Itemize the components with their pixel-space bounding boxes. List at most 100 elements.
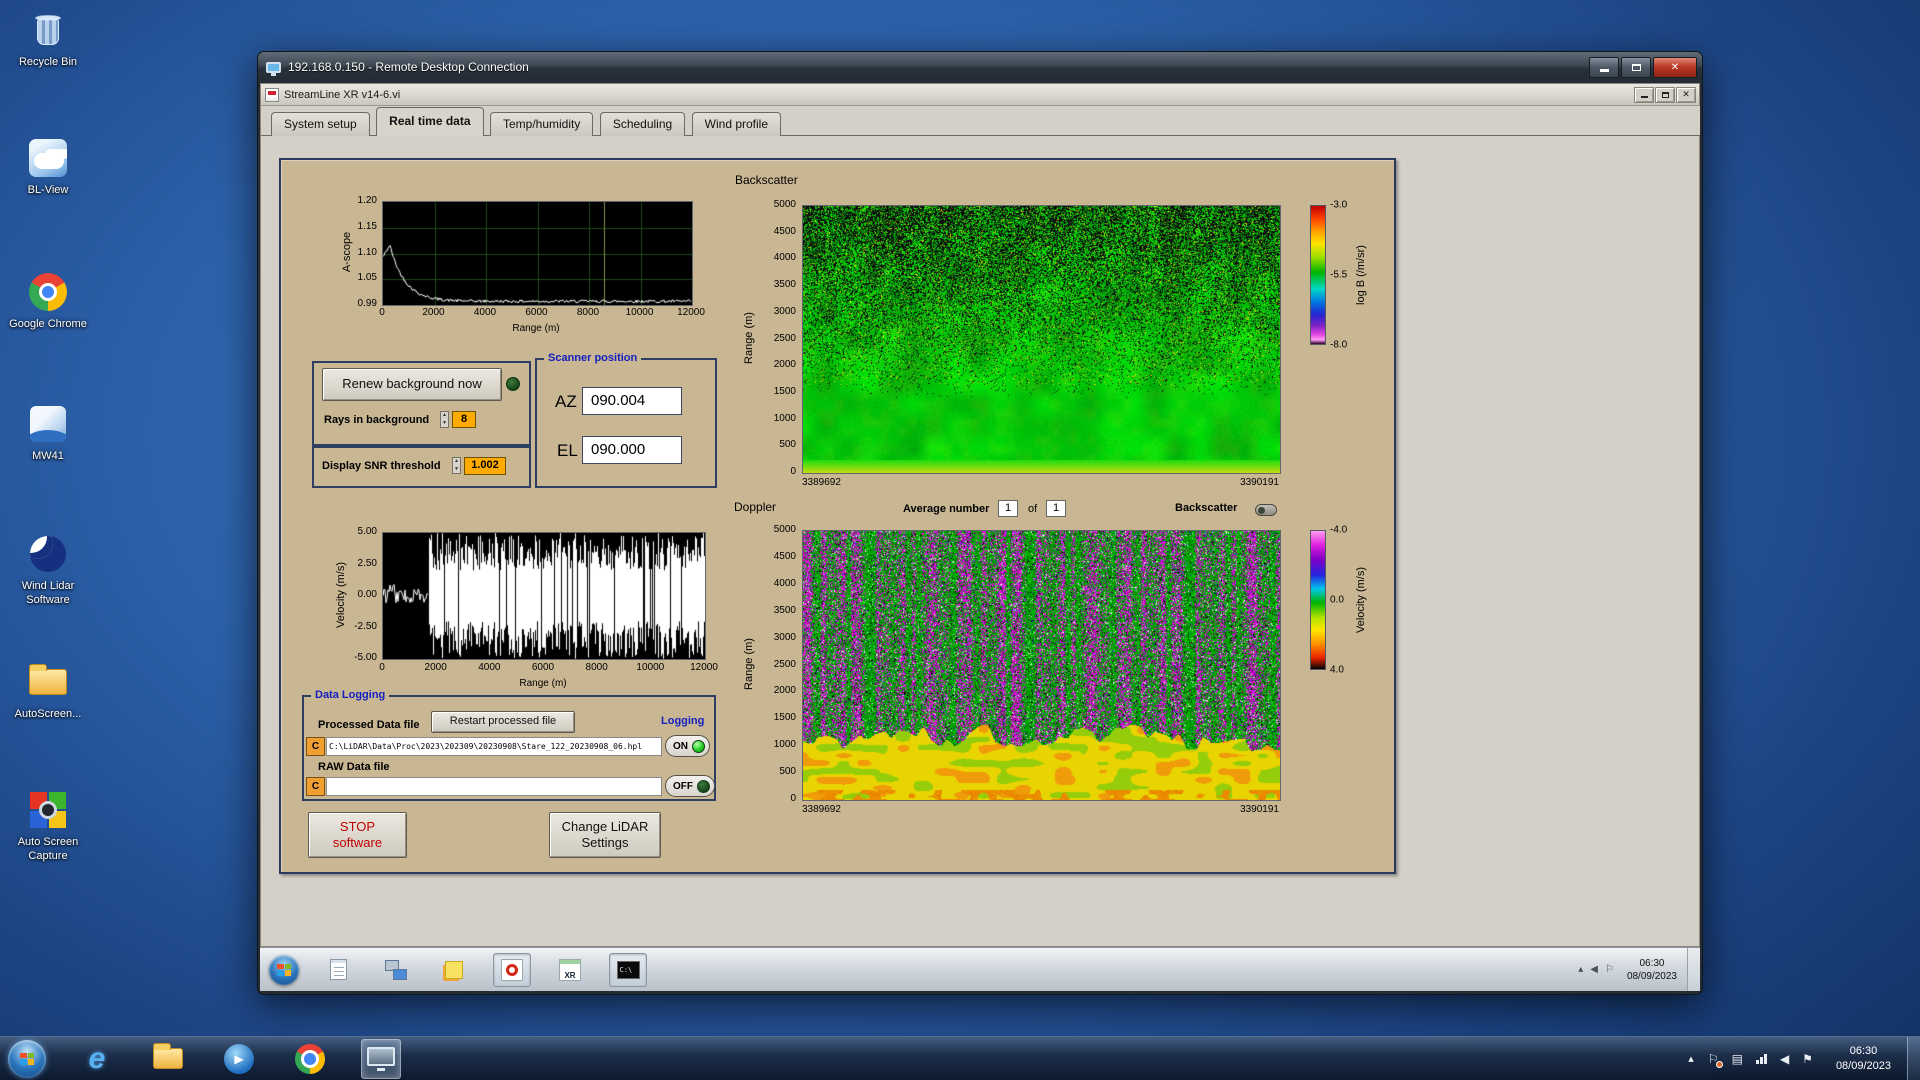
remote-taskbar-icon-streamline[interactable]	[493, 952, 531, 987]
remote-tray-flag-icon[interactable]: ⚐	[1605, 964, 1614, 975]
remote-clock[interactable]: 06:30 08/09/2023	[1627, 957, 1677, 983]
tab-system-setup[interactable]: System setup	[271, 112, 370, 136]
show-desktop-button[interactable]	[1907, 1037, 1920, 1080]
processed-drive-box[interactable]: C	[306, 737, 325, 756]
ascope-yticks: 1.20 1.15 1.10 1.05 0.99	[341, 196, 379, 309]
remote-screen: StreamLine XR v14-6.vi ✕ System setup Re…	[260, 83, 1700, 991]
app-window: StreamLine XR v14-6.vi ✕ System setup Re…	[260, 83, 1700, 947]
desktop-icon-google-chrome[interactable]: Google Chrome	[4, 270, 92, 332]
remote-taskbar-icon-remote-app[interactable]	[377, 953, 415, 987]
restart-processed-file-button[interactable]: Restart processed file	[431, 711, 575, 733]
desktop-icon-label: BL-View	[27, 184, 69, 196]
remote-taskbar-icon-terminal[interactable]: C:\	[609, 952, 647, 987]
backscatter-toggle-switch[interactable]	[1255, 504, 1277, 516]
az-label: AZ	[555, 392, 577, 411]
doppler-colorbar-label: Velocity (m/s)	[1355, 566, 1367, 634]
el-value-field[interactable]: 090.000	[582, 436, 682, 464]
app-close-button[interactable]: ✕	[1676, 86, 1696, 103]
taskbar-icon-chrome[interactable]	[290, 1039, 330, 1079]
tray-expand-icon[interactable]: ▴	[1688, 1052, 1694, 1065]
processed-path-field[interactable]: C:\LiDAR\Data\Proc\2023\202309\20230908\…	[326, 737, 662, 756]
raw-drive-box[interactable]: C	[306, 777, 325, 796]
stop-software-button[interactable]: STOP software	[308, 812, 407, 858]
backscatter-x-start: 3389692	[802, 477, 841, 488]
tab-real-time-data[interactable]: Real time data	[376, 107, 484, 136]
tick-label: 3000	[773, 305, 796, 317]
taskbar-icon-explorer[interactable]	[148, 1039, 188, 1079]
remote-tray-expand-icon[interactable]: ▴	[1578, 964, 1583, 975]
desktop-icon-mw41[interactable]: MW41	[4, 402, 92, 464]
rays-in-background-label: Rays in background	[324, 414, 430, 426]
tray-network-icon[interactable]	[1755, 1053, 1767, 1064]
desktop-icon-recycle-bin[interactable]: Recycle Bin	[4, 8, 92, 70]
tray-action-center-icon[interactable]: ⚐	[1708, 1053, 1723, 1068]
change-lidar-settings-button[interactable]: Change LiDAR Settings	[549, 812, 661, 858]
tab-temp-humidity[interactable]: Temp/humidity	[489, 112, 594, 136]
folder-icon	[153, 1043, 183, 1069]
rays-spinner[interactable]: ▲ ▼	[440, 411, 449, 428]
remote-tray-volume-icon[interactable]: ◀	[1590, 964, 1598, 975]
app-minimize-button[interactable]	[1634, 86, 1654, 103]
tray-volume-icon[interactable]: ◀	[1780, 1053, 1789, 1065]
tick-label: 6000	[531, 662, 555, 673]
tick-label: 4000	[773, 577, 796, 589]
remote-taskbar-icon-xr[interactable]: XR	[551, 953, 589, 987]
taskbar-icon-rdp[interactable]	[361, 1038, 401, 1079]
raw-logging-toggle[interactable]: OFF	[665, 775, 715, 797]
taskbar-clock[interactable]: 06:30 08/09/2023	[1836, 1044, 1891, 1074]
taskbar-icon-ie[interactable]: e	[77, 1039, 117, 1079]
tick-label: 2500	[773, 658, 796, 670]
app-titlebar[interactable]: StreamLine XR v14-6.vi ✕	[261, 84, 1699, 106]
tray-display-icon[interactable]: ▤	[1732, 1053, 1743, 1065]
internet-explorer-icon: e	[88, 1041, 106, 1075]
snr-spinner[interactable]: ▲ ▼	[452, 457, 461, 474]
processed-logging-toggle[interactable]: ON	[665, 735, 710, 757]
renew-background-button[interactable]: Renew background now	[322, 368, 502, 401]
tab-scheduling[interactable]: Scheduling	[599, 112, 686, 136]
remote-desktop-icon	[266, 61, 281, 76]
remote-start-button[interactable]	[269, 954, 299, 985]
tick-label: -2.50	[354, 620, 377, 632]
raw-path-field[interactable]	[326, 777, 662, 796]
of-count-value[interactable]: 1	[1046, 500, 1066, 517]
remote-clock-date: 08/09/2023	[1626, 970, 1677, 982]
backscatter-colorbar-label: log B (/m/sr)	[1355, 245, 1367, 305]
minimize-button[interactable]	[1589, 56, 1619, 78]
maximize-button[interactable]	[1621, 56, 1651, 78]
app-maximize-button[interactable]	[1655, 86, 1675, 103]
snr-threshold-value[interactable]: 1.002	[464, 457, 506, 475]
windows-icon	[385, 959, 407, 980]
desktop-icon-bl-view[interactable]: BL-View	[4, 136, 92, 198]
tray-flag-icon[interactable]: ⚑	[1802, 1053, 1813, 1065]
average-number-value[interactable]: 1	[998, 500, 1018, 517]
taskbar-icon-wmp[interactable]: ▶	[219, 1039, 259, 1079]
doppler-x-end: 3390191	[1240, 804, 1279, 815]
start-button[interactable]	[8, 1039, 46, 1078]
desktop-icon-wind-lidar-software[interactable]: Wind Lidar Software	[4, 532, 92, 608]
rays-in-background-value[interactable]: 8	[452, 411, 476, 428]
desktop-icon-label: Auto Screen Capture	[17, 836, 79, 862]
az-value-field[interactable]: 090.004	[582, 387, 682, 415]
tick-label: 0	[379, 307, 385, 318]
desktop-icon-autoscreen-folder[interactable]: AutoScreen...	[4, 660, 92, 722]
data-logging-group: Data Logging Processed Data file Restart…	[302, 689, 716, 801]
tick-label: 1.10	[357, 246, 377, 258]
tab-wind-profile[interactable]: Wind profile	[691, 112, 782, 136]
host-taskbar: e ▶ ▴ ⚐ ▤ ◀ ⚑ 06:30 08/09/2023	[0, 1036, 1920, 1080]
power-ring-icon	[501, 958, 523, 981]
desktop-icon-auto-screen-capture[interactable]: Auto Screen Capture	[4, 788, 92, 864]
tick-label: 2000	[773, 359, 796, 371]
backscatter-y-axis-label: Range (m)	[743, 312, 755, 364]
app-window-title: StreamLine XR v14-6.vi	[284, 88, 401, 101]
remote-taskbar-icon-sticky-notes[interactable]	[435, 953, 473, 987]
alert-badge	[1715, 1060, 1723, 1068]
backscatter-toggle-label: Backscatter	[1175, 502, 1238, 514]
data-logging-title: Data Logging	[311, 689, 390, 703]
close-button[interactable]: ✕	[1653, 56, 1697, 78]
rdp-titlebar[interactable]: 192.168.0.150 - Remote Desktop Connectio…	[258, 52, 1702, 82]
remote-taskbar-icon-notepad[interactable]	[319, 953, 357, 987]
ascope-x-axis-label: Range (m)	[512, 323, 560, 334]
remote-desktop-icon	[367, 1046, 395, 1071]
remote-show-desktop-button[interactable]	[1687, 948, 1700, 991]
tick-label: 1500	[773, 712, 796, 724]
